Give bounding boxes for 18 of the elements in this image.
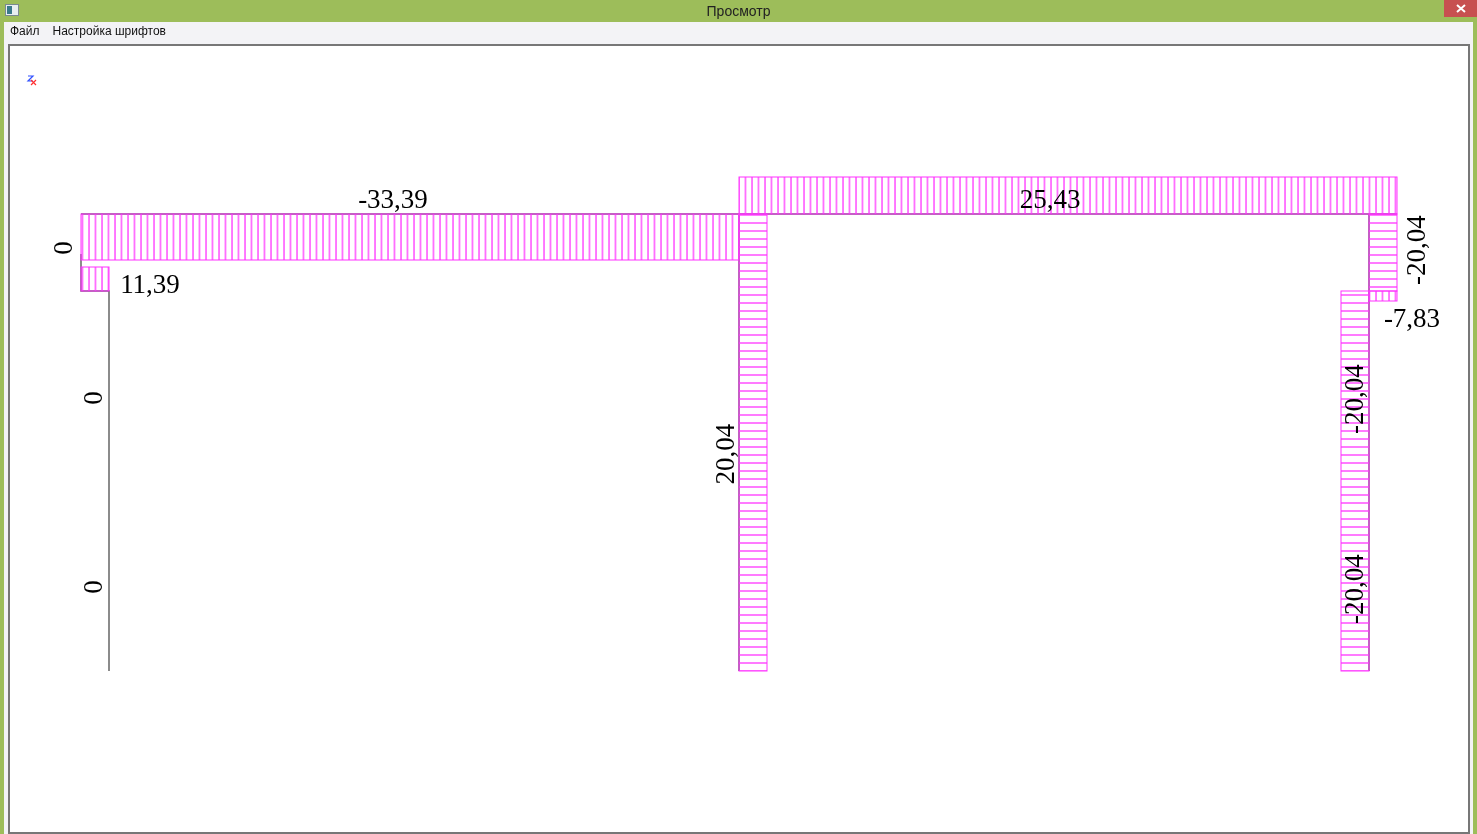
close-icon: [1455, 4, 1466, 13]
axes-icon: [26, 75, 37, 86]
value-label: -33,39: [358, 184, 428, 214]
diagram-segment: [80, 266, 110, 292]
menu-item[interactable]: Файл: [10, 22, 40, 40]
value-label: 0: [48, 241, 78, 255]
value-label: 0: [78, 391, 108, 405]
value-label: -20,04: [1339, 554, 1369, 624]
window-title: Просмотр: [706, 2, 771, 21]
value-label: -20,04: [1401, 215, 1431, 285]
value-label: -20,04: [1339, 364, 1369, 434]
value-label: 20,04: [710, 423, 740, 485]
menu-item[interactable]: Настройка шрифтов: [52, 22, 166, 40]
window-icon[interactable]: [5, 4, 19, 16]
value-label: 0: [78, 580, 108, 594]
value-label: 11,39: [120, 269, 180, 299]
close-button[interactable]: [1444, 0, 1477, 17]
value-label: -7,83: [1383, 303, 1441, 333]
